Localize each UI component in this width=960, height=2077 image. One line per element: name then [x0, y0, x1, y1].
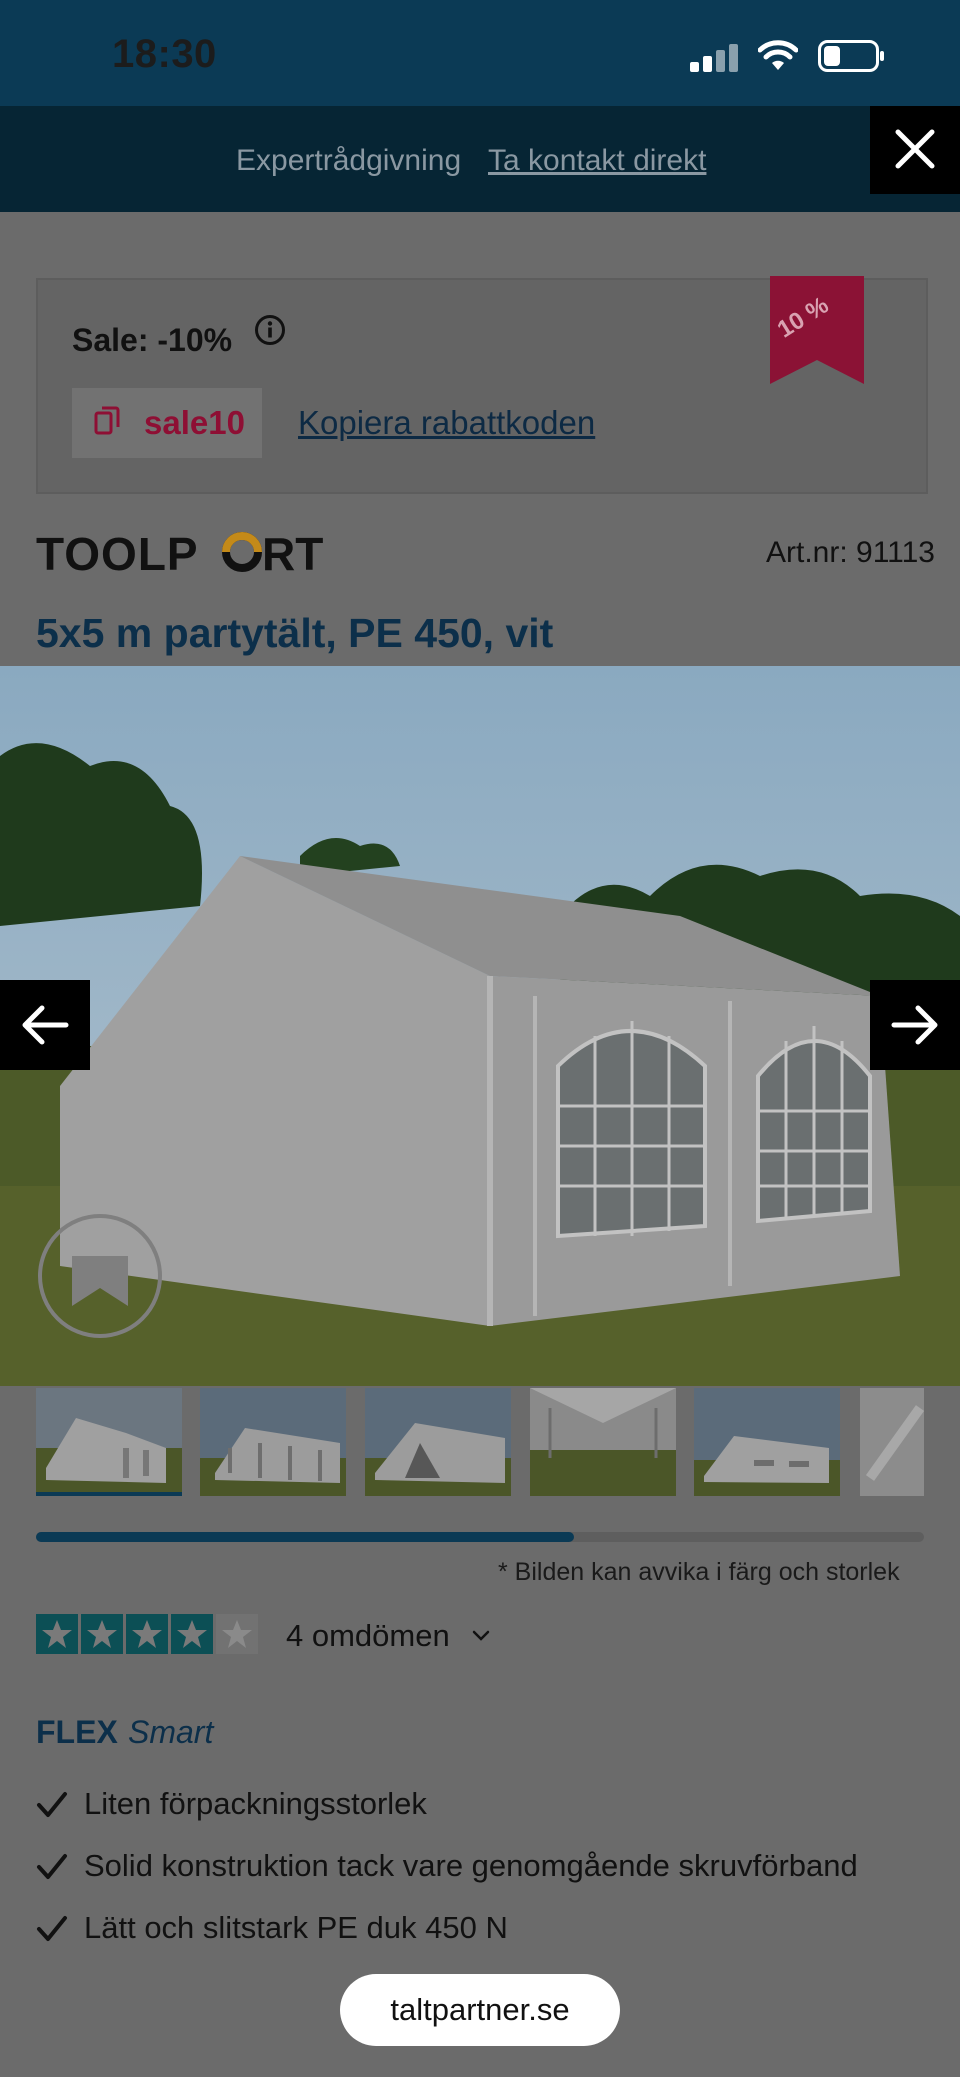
article-number: Art.nr: 91113	[766, 536, 935, 569]
gallery-scroll-thumb[interactable]	[36, 1532, 574, 1542]
arrow-left-icon	[22, 1005, 69, 1045]
chevron-down-icon[interactable]	[472, 1628, 490, 1644]
status-time: 18:30	[112, 32, 217, 76]
feature-item: Solid konstruktion tack vare genomgående…	[36, 1848, 936, 1892]
checkmark-icon	[37, 1792, 67, 1817]
close-icon	[895, 129, 935, 169]
rating-stars[interactable]	[36, 1614, 260, 1654]
gallery-thumbnail[interactable]	[694, 1388, 840, 1496]
feature-brand: FLEX	[36, 1714, 118, 1750]
discount-code: sale10	[144, 404, 245, 441]
battery-icon	[818, 40, 884, 72]
star-empty-icon	[216, 1614, 258, 1654]
gallery-thumbnail[interactable]	[860, 1388, 924, 1496]
expert-advice-label: Expertrådgivning	[236, 144, 462, 177]
star-icon	[81, 1614, 123, 1654]
gallery-thumbnail[interactable]	[530, 1388, 676, 1496]
arrow-right-icon	[891, 1005, 938, 1045]
feature-text: Lätt och slitstark PE duk 450 N	[84, 1910, 508, 1945]
info-icon[interactable]	[254, 314, 286, 346]
gallery-next-button[interactable]	[870, 980, 960, 1070]
feature-item: Liten förpackningsstorlek	[36, 1786, 936, 1830]
feature-item: Lätt och slitstark PE duk 450 N	[36, 1910, 936, 1954]
feature-text: Liten förpackningsstorlek	[84, 1786, 427, 1821]
star-icon	[171, 1614, 213, 1654]
contact-link[interactable]: Ta kontakt direkt	[488, 144, 706, 178]
cellular-signal-icon	[690, 44, 738, 72]
checkmark-icon	[37, 1854, 67, 1879]
url-pill[interactable]: taltpartner.se	[340, 1974, 620, 2046]
product-title: 5x5 m partytält, PE 450, vit	[36, 610, 554, 656]
image-disclaimer: * Bilden kan avvika i färg och storlek	[498, 1558, 900, 1586]
copy-code-link[interactable]: Kopiera rabattkoden	[298, 404, 595, 442]
svg-text:RT: RT	[262, 530, 323, 574]
gallery-thumbnail[interactable]	[200, 1388, 346, 1496]
sale-title: Sale: -10%	[72, 322, 233, 358]
feature-text: Solid konstruktion tack vare genomgående…	[84, 1848, 858, 1883]
expert-advice-bar	[0, 106, 960, 212]
svg-text:TOOLP: TOOLP	[36, 530, 199, 574]
review-count[interactable]: 4 omdömen	[286, 1618, 450, 1654]
star-icon	[36, 1614, 78, 1654]
copy-icon	[94, 406, 120, 435]
gallery-prev-button[interactable]	[0, 980, 90, 1070]
star-icon	[126, 1614, 168, 1654]
wifi-icon	[758, 40, 798, 70]
checkmark-icon	[37, 1916, 67, 1941]
discount-ribbon: 10 %	[770, 276, 864, 384]
toolport-logo: TOOLP RT	[36, 530, 323, 574]
gallery-thumbnail[interactable]	[36, 1388, 182, 1496]
product-image	[0, 666, 960, 1386]
close-button[interactable]	[870, 106, 960, 194]
feature-brand-italic: Smart	[128, 1714, 214, 1750]
gallery-thumbnail[interactable]	[365, 1388, 511, 1496]
active-thumbnail-indicator	[36, 1492, 182, 1496]
